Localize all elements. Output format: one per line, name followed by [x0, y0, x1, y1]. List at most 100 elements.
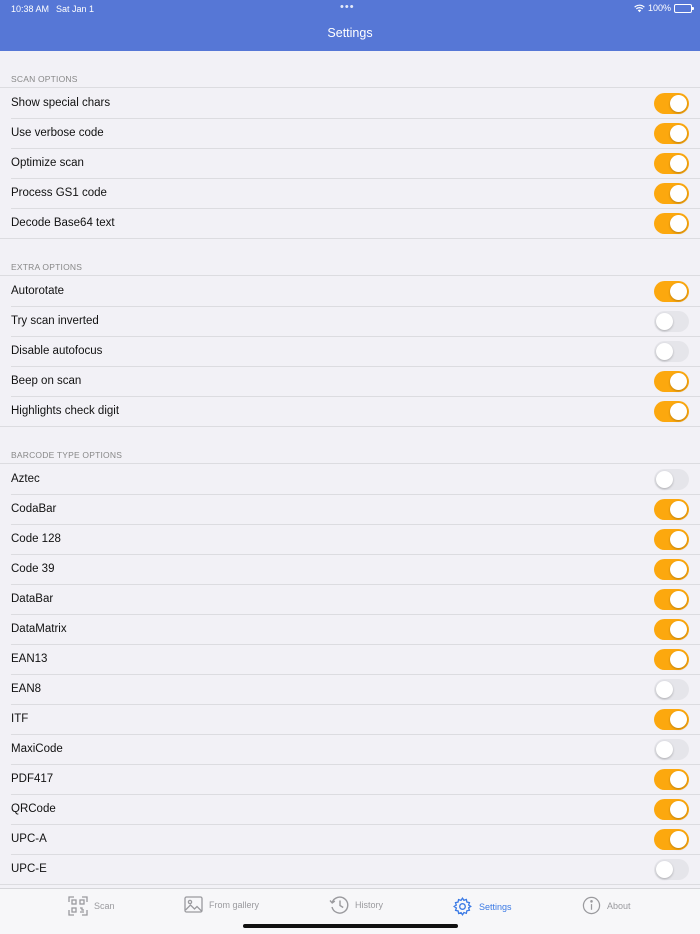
setting-label: Code 128: [11, 533, 61, 545]
qr-scan-icon: [68, 896, 88, 916]
toggle-switch[interactable]: [654, 858, 689, 880]
tab-about[interactable]: About: [582, 896, 631, 915]
toggle-switch[interactable]: [654, 400, 689, 422]
toggle-switch[interactable]: [654, 738, 689, 760]
setting-label: EAN8: [11, 683, 42, 695]
toggle-switch[interactable]: [654, 828, 689, 850]
setting-label: ITF: [11, 713, 29, 725]
status-time: 10:38 AM: [11, 4, 50, 14]
section-header-barcode-type-options: BARCODE TYPE OPTIONS: [0, 427, 700, 464]
setting-label: Beep on scan: [11, 375, 82, 387]
battery-icon: [674, 3, 694, 13]
toggle-switch[interactable]: [654, 468, 689, 490]
tab-label: About: [607, 900, 631, 911]
history-icon: [329, 896, 349, 914]
setting-row: QRCode: [0, 794, 700, 824]
setting-label: Process GS1 code: [11, 187, 107, 199]
toggle-switch[interactable]: [654, 678, 689, 700]
setting-label: Show special chars: [11, 97, 111, 109]
tab-label: Settings: [479, 901, 512, 912]
toggle-switch[interactable]: [654, 648, 689, 670]
navigation-header: 10:38 AM Sat Jan 1 ••• 100% Settings: [0, 0, 700, 51]
status-right: 100%: [634, 3, 694, 13]
setting-row: Disable autofocus: [0, 336, 700, 366]
setting-row: Process GS1 code: [0, 178, 700, 208]
toggle-switch[interactable]: [654, 618, 689, 640]
toggle-switch[interactable]: [654, 310, 689, 332]
setting-label: Optimize scan: [11, 157, 84, 169]
setting-row: Optimize scan: [0, 148, 700, 178]
setting-label: UPC-E: [11, 863, 47, 875]
status-date: Sat Jan 1: [56, 4, 95, 14]
setting-row: Autorotate: [0, 276, 700, 306]
toggle-switch[interactable]: [654, 498, 689, 520]
toggle-switch[interactable]: [654, 768, 689, 790]
setting-row: Try scan inverted: [0, 306, 700, 336]
multitasking-dots-icon[interactable]: •••: [340, 1, 355, 13]
setting-row: DataBar: [0, 584, 700, 614]
toggle-switch[interactable]: [654, 280, 689, 302]
settings-list[interactable]: SCAN OPTIONS Show special chars Use verb…: [0, 51, 700, 888]
setting-row: Code 128: [0, 524, 700, 554]
toggle-switch[interactable]: [654, 92, 689, 114]
toggle-switch[interactable]: [654, 370, 689, 392]
setting-label: Code 39: [11, 563, 55, 575]
tab-label: Scan: [94, 901, 115, 911]
section-header-extra-options: EXTRA OPTIONS: [0, 239, 700, 276]
wifi-icon: [634, 4, 645, 12]
setting-label: PDF417: [11, 773, 54, 785]
setting-label: Highlights check digit: [11, 405, 120, 417]
setting-label: Try scan inverted: [11, 315, 99, 327]
tab-label: From gallery: [209, 899, 260, 910]
tab-label: History: [355, 900, 384, 910]
section-scan-options: Show special chars Use verbose code Opti…: [0, 88, 700, 239]
setting-row: UPC-E: [0, 854, 700, 884]
setting-label: QRCode: [11, 803, 56, 815]
setting-row: Show special chars: [0, 88, 700, 118]
toggle-switch[interactable]: [654, 182, 689, 204]
setting-label: Decode Base64 text: [11, 217, 115, 229]
setting-label: CodaBar: [11, 503, 57, 515]
setting-label: EAN13: [11, 653, 48, 665]
setting-row: EAN13: [0, 644, 700, 674]
tab-history[interactable]: History: [329, 896, 383, 914]
setting-row: DataMatrix: [0, 614, 700, 644]
setting-row: EAN8: [0, 674, 700, 704]
section-barcode-type-options: Aztec CodaBar Code 128 Code 39 DataBar D…: [0, 464, 700, 885]
setting-row: MaxiCode: [0, 734, 700, 764]
setting-label: Use verbose code: [11, 127, 104, 139]
setting-label: Disable autofocus: [11, 345, 103, 357]
setting-row: Decode Base64 text: [0, 208, 700, 238]
tab-from-gallery[interactable]: From gallery: [184, 896, 259, 913]
tab-scan[interactable]: Scan: [68, 896, 115, 916]
toggle-switch[interactable]: [654, 708, 689, 730]
section-header-scan-options: SCAN OPTIONS: [0, 51, 700, 88]
setting-row: Aztec: [0, 464, 700, 494]
tab-settings[interactable]: Settings: [452, 896, 512, 917]
toggle-switch[interactable]: [654, 798, 689, 820]
setting-label: Aztec: [11, 473, 40, 485]
setting-row: CodaBar: [0, 494, 700, 524]
toggle-switch[interactable]: [654, 588, 689, 610]
setting-row: PDF417: [0, 764, 700, 794]
setting-row: Code 39: [0, 554, 700, 584]
image-icon: [184, 896, 203, 913]
setting-label: DataMatrix: [11, 623, 67, 635]
info-icon: [582, 896, 601, 915]
setting-row: Beep on scan: [0, 366, 700, 396]
home-indicator[interactable]: [243, 924, 458, 928]
toggle-switch[interactable]: [654, 122, 689, 144]
setting-row: UPC-A: [0, 824, 700, 854]
toggle-switch[interactable]: [654, 558, 689, 580]
toggle-switch[interactable]: [654, 340, 689, 362]
page-title: Settings: [327, 26, 373, 40]
setting-label: DataBar: [11, 593, 54, 605]
setting-row: Highlights check digit: [0, 396, 700, 426]
section-extra-options: Autorotate Try scan inverted Disable aut…: [0, 276, 700, 427]
setting-row: Use verbose code: [0, 118, 700, 148]
toggle-switch[interactable]: [654, 152, 689, 174]
toggle-switch[interactable]: [654, 528, 689, 550]
toggle-switch[interactable]: [654, 212, 689, 234]
setting-label: Autorotate: [11, 285, 65, 297]
setting-label: UPC-A: [11, 833, 47, 845]
